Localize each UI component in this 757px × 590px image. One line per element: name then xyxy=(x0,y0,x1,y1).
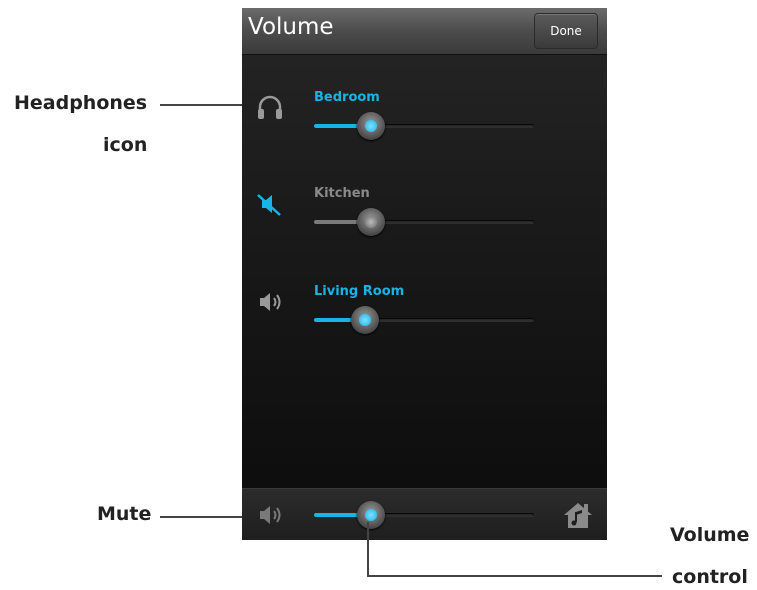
speaker-icon[interactable] xyxy=(254,287,286,317)
slider-thumb[interactable] xyxy=(351,306,379,334)
annotation-volume-control: control xyxy=(672,566,748,588)
bottom-bar xyxy=(242,488,607,540)
annotation-volume: Volume xyxy=(670,524,750,546)
annotation-mute: Mute xyxy=(97,503,152,525)
mute-icon[interactable] xyxy=(254,189,286,219)
page-title: Volume xyxy=(248,14,334,40)
zone-row-bedroom: Bedroom xyxy=(242,90,607,160)
annotation-line-volume-vertical xyxy=(367,522,369,577)
master-volume-slider[interactable] xyxy=(314,501,534,529)
volume-slider-living-room[interactable] xyxy=(314,306,534,334)
mute-button-speaker-icon[interactable] xyxy=(254,500,286,530)
annotation-line-volume-horizontal xyxy=(367,575,662,577)
volume-slider-kitchen[interactable] xyxy=(314,208,534,236)
zone-label-kitchen: Kitchen xyxy=(314,186,370,201)
slider-thumb[interactable] xyxy=(357,112,385,140)
volume-panel: Volume Done Bedroom Kitchen Living Room xyxy=(242,8,607,540)
zone-row-living-room: Living Room xyxy=(242,284,607,354)
zone-row-kitchen: Kitchen xyxy=(242,186,607,256)
annotation-headphones: Headphones xyxy=(14,92,148,114)
annotation-headphones-icon: icon xyxy=(103,134,148,156)
home-music-icon[interactable] xyxy=(560,499,596,531)
slider-thumb[interactable] xyxy=(357,501,385,529)
annotation-line-mute xyxy=(160,516,242,518)
volume-slider-bedroom[interactable] xyxy=(314,112,534,140)
zone-label-living-room: Living Room xyxy=(314,284,405,299)
slider-thumb[interactable] xyxy=(357,208,385,236)
headphones-icon[interactable] xyxy=(254,93,286,123)
done-button[interactable]: Done xyxy=(534,13,598,49)
annotation-line-headphones xyxy=(160,104,242,106)
title-bar: Volume Done xyxy=(242,8,607,55)
zone-label-bedroom: Bedroom xyxy=(314,90,380,105)
